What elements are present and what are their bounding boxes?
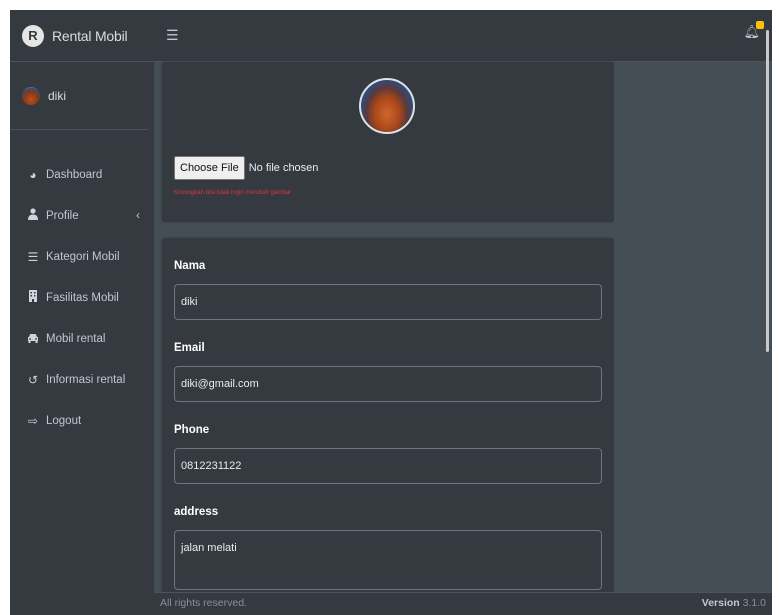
brand-link[interactable]: R Rental Mobil	[10, 10, 154, 62]
sidebar-item-profile[interactable]: Profile ‹	[10, 195, 154, 236]
version-number: 3.1.0	[742, 597, 766, 609]
file-hint: Kosongkan bila tidak ingin merubah gamba…	[174, 190, 292, 196]
right-panel	[614, 62, 772, 590]
logout-icon: ⇨	[27, 413, 39, 428]
address-label: address	[174, 506, 219, 518]
user-icon	[26, 208, 40, 223]
sidebar-item-label: Fasilitas Mobil	[46, 291, 119, 304]
avatar	[22, 86, 40, 105]
version-label: Version	[701, 597, 740, 609]
car-icon	[26, 332, 40, 346]
phone-label: Phone	[174, 424, 210, 436]
email-field-group: Email diki@gmail.com	[174, 342, 602, 402]
sidebar-item-mobil-rental[interactable]: Mobil rental	[10, 318, 154, 359]
list-icon: ☰	[27, 249, 39, 264]
top-navbar: ☰ 🔔︎	[154, 10, 772, 62]
choose-file-button[interactable]: Choose File	[174, 156, 245, 180]
sidebar-item-label: Dashboard	[46, 168, 103, 181]
email-input[interactable]: diki@gmail.com	[174, 366, 602, 402]
name-label: Nama	[174, 260, 206, 272]
bars-icon[interactable]: ☰	[166, 27, 179, 44]
file-upload: Choose File No file chosen	[174, 156, 318, 180]
sidebar-nav: ◕ Dashboard Profile ‹ ☰ Kategori Mobil F…	[10, 130, 154, 441]
notification-badge	[756, 21, 764, 29]
phone-input[interactable]: 0812231122	[174, 448, 602, 484]
building-icon	[26, 290, 40, 305]
chevron-left-icon: ‹	[136, 208, 140, 222]
photo-card: Choose File No file chosen Kosongkan bil…	[162, 62, 614, 222]
email-label: Email	[174, 342, 205, 354]
history-icon: ↺	[27, 372, 39, 387]
sidebar-item-label: Logout	[46, 414, 82, 427]
sidebar-item-label: Informasi rental	[46, 373, 126, 386]
brand-title: Rental Mobil	[52, 27, 128, 44]
user-name: diki	[48, 88, 67, 103]
sidebar-item-logout[interactable]: ⇨ Logout	[10, 400, 154, 441]
app-window: R Rental Mobil diki ◕ Dashboard Profile …	[10, 10, 772, 615]
sidebar-item-fasilitas-mobil[interactable]: Fasilitas Mobil	[10, 277, 154, 318]
phone-field-group: Phone 0812231122	[174, 424, 602, 484]
address-value: jalan melati	[181, 542, 237, 554]
sidebar-item-informasi-rental[interactable]: ↺ Informasi rental	[10, 359, 154, 400]
name-input[interactable]: diki	[174, 284, 602, 320]
email-value: diki@gmail.com	[181, 378, 259, 390]
tachometer-icon: ◕	[29, 167, 37, 182]
sidebar-item-dashboard[interactable]: ◕ Dashboard	[10, 154, 154, 195]
sidebar: R Rental Mobil diki ◕ Dashboard Profile …	[10, 10, 154, 615]
address-input[interactable]: jalan melati	[174, 530, 602, 590]
address-field-group: address jalan melati	[174, 506, 602, 590]
sidebar-item-label: Kategori Mobil	[46, 250, 120, 263]
footer-version: Version 3.1.0	[702, 597, 766, 609]
name-field-group: Nama diki	[174, 260, 602, 320]
brand-logo-icon: R	[22, 24, 44, 47]
name-value: diki	[181, 296, 198, 308]
sidebar-item-label: Profile	[46, 209, 79, 222]
sidebar-item-label: Mobil rental	[46, 332, 106, 345]
bell-icon[interactable]: 🔔︎	[743, 21, 764, 40]
scrollbar[interactable]	[766, 30, 769, 352]
footer-copyright: All rights reserved.	[160, 597, 247, 609]
user-panel[interactable]: diki	[10, 62, 148, 130]
sidebar-item-kategori-mobil[interactable]: ☰ Kategori Mobil	[10, 236, 154, 277]
phone-value: 0812231122	[181, 460, 242, 472]
profile-form-card: Nama diki Email diki@gmail.com Phone 081…	[162, 238, 614, 610]
file-status: No file chosen	[248, 162, 319, 174]
footer: All rights reserved. Version 3.1.0	[154, 592, 772, 615]
profile-photo	[359, 78, 415, 134]
